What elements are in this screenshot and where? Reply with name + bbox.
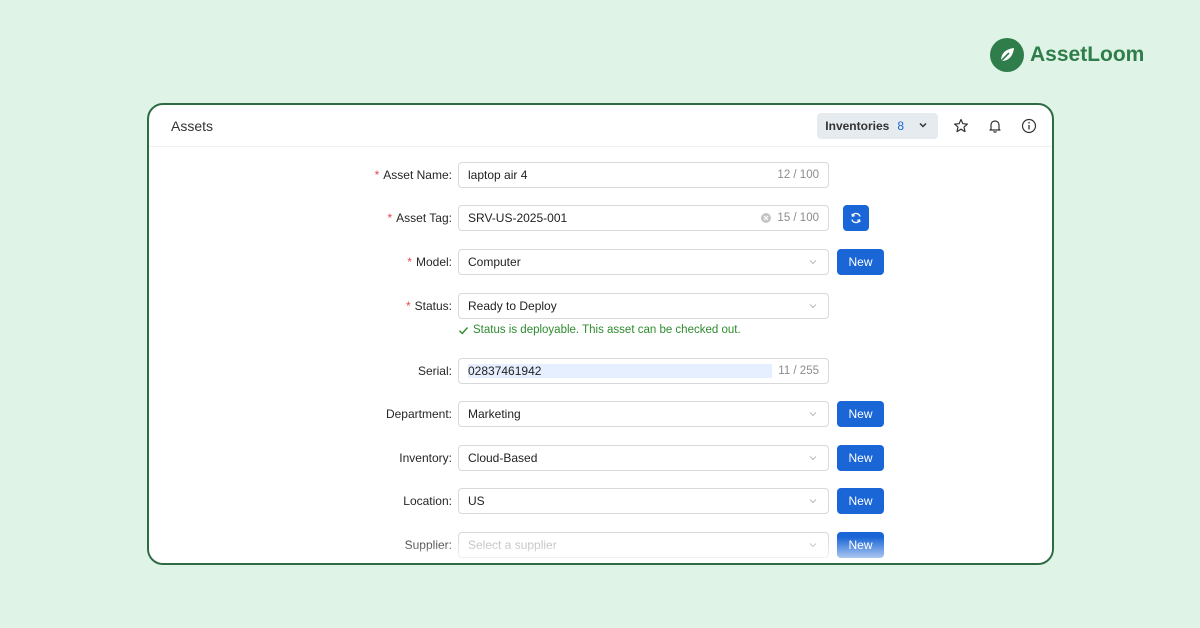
serial-label: Serial: <box>417 364 452 378</box>
serial-row: Serial: 02837461942 11 / 255 <box>149 358 1052 384</box>
model-row: * Model: Computer New <box>149 249 1052 275</box>
inventories-selector[interactable]: Inventories 8 <box>817 112 938 139</box>
asset-tag-count: 15 / 100 <box>777 212 819 224</box>
location-value: US <box>468 494 485 508</box>
asset-tag-row: * Asset Tag: SRV-US-2025-001 15 / 100 <box>149 205 1052 231</box>
supplier-placeholder: Select a supplier <box>468 538 557 552</box>
department-label: Department: <box>385 407 452 421</box>
serial-count: 11 / 255 <box>778 365 819 377</box>
location-label: Location: <box>403 494 452 508</box>
leaf-icon <box>990 38 1024 72</box>
model-value: Computer <box>468 255 521 269</box>
top-bar-actions: Inventories 8 <box>817 112 1040 139</box>
model-select[interactable]: Computer <box>458 249 829 275</box>
check-icon <box>459 326 469 335</box>
location-row: Location: US New <box>149 488 1052 514</box>
brand-name: AssetLoom <box>1030 43 1145 66</box>
asset-name-value: laptop air 4 <box>468 168 528 182</box>
top-bar: Assets Inventories 8 <box>149 105 1052 147</box>
new-department-button[interactable]: New <box>837 401 884 427</box>
status-row: * Status: Ready to Deploy Status is deplo… <box>149 293 1052 336</box>
status-label: * Status: <box>405 299 452 313</box>
app-window: Assets Inventories 8 * Asset Name: lapto… <box>147 103 1054 565</box>
model-label: * Model: <box>407 255 452 269</box>
serial-input[interactable]: 02837461942 11 / 255 <box>458 358 829 384</box>
asset-name-count: 12 / 100 <box>777 169 819 181</box>
bell-icon[interactable] <box>984 115 1006 137</box>
inventory-select[interactable]: Cloud-Based <box>458 445 829 471</box>
new-inventory-button[interactable]: New <box>837 445 884 471</box>
new-model-button[interactable]: New <box>837 249 884 275</box>
chevron-down-icon <box>807 300 819 312</box>
department-row: Department: Marketing New <box>149 401 1052 427</box>
asset-name-label: * Asset Name: <box>374 168 452 182</box>
page-title: Assets <box>171 117 214 134</box>
supplier-select[interactable]: Select a supplier <box>458 532 829 558</box>
asset-tag-value: SRV-US-2025-001 <box>468 211 568 225</box>
status-help-text: Status is deployable. This asset can be … <box>458 324 741 336</box>
status-value: Ready to Deploy <box>468 299 557 313</box>
regenerate-tag-button[interactable] <box>843 205 869 231</box>
star-icon[interactable] <box>950 115 972 137</box>
inventory-label: Inventory: <box>399 451 452 465</box>
chevron-down-icon <box>807 408 819 420</box>
supplier-label: Supplier: <box>404 538 452 552</box>
chevron-down-icon <box>918 119 928 133</box>
status-select[interactable]: Ready to Deploy <box>458 293 829 319</box>
chevron-down-icon <box>807 256 819 268</box>
clear-icon[interactable] <box>761 213 772 223</box>
asset-tag-input[interactable]: SRV-US-2025-001 15 / 100 <box>458 205 829 231</box>
inventories-label: Inventories <box>825 118 890 133</box>
inventory-row: Inventory: Cloud-Based New <box>149 445 1052 471</box>
location-select[interactable]: US <box>458 488 829 514</box>
info-icon[interactable] <box>1018 115 1040 137</box>
asset-name-input[interactable]: laptop air 4 12 / 100 <box>458 162 829 188</box>
asset-form: * Asset Name: laptop air 4 12 / 100 * Asse… <box>149 147 1052 563</box>
refresh-icon <box>851 212 861 224</box>
inventory-value: Cloud-Based <box>468 451 538 465</box>
new-location-button[interactable]: New <box>837 488 884 514</box>
asset-name-row: * Asset Name: laptop air 4 12 / 100 <box>149 162 1052 188</box>
department-value: Marketing <box>468 407 521 421</box>
chevron-down-icon <box>807 495 819 507</box>
department-select[interactable]: Marketing <box>458 401 829 427</box>
asset-tag-label: * Asset Tag: <box>387 211 453 225</box>
new-supplier-button[interactable]: New <box>837 532 884 558</box>
serial-value: 02837461942 <box>468 364 773 378</box>
supplier-row: Supplier: Select a supplier New <box>149 532 1052 558</box>
chevron-down-icon <box>807 452 819 464</box>
brand-logo: AssetLoom <box>990 38 1144 72</box>
inventories-count: 8 <box>897 118 904 133</box>
chevron-down-icon <box>807 539 819 551</box>
